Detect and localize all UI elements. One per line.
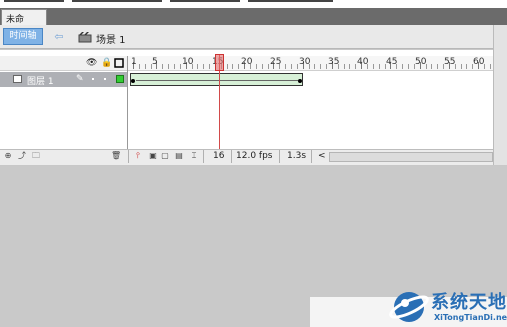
new-folder-icon[interactable]: 🗀	[31, 151, 41, 161]
ruler-tick	[290, 64, 292, 69]
ruler-tick	[296, 64, 298, 69]
playhead-handle[interactable]	[215, 54, 224, 71]
ruler-tick	[431, 64, 433, 69]
watermark-logo-icon	[388, 288, 430, 324]
ruler-tick	[197, 64, 199, 69]
watermark-url: XiTongTianDi.net	[434, 313, 507, 322]
layer-icon	[13, 75, 22, 83]
current-frame: 16	[213, 151, 225, 161]
ruler-label: 45	[386, 57, 398, 67]
ruler-tick	[179, 64, 181, 69]
ruler-tick	[407, 64, 409, 69]
back-arrow-icon[interactable]: ⇦	[52, 31, 66, 43]
modify-markers-icon[interactable]: ⌶	[189, 151, 199, 161]
ruler-tick	[203, 64, 205, 69]
frame-rate: 12.0 fps	[236, 151, 273, 161]
separator	[311, 150, 312, 163]
ruler-tick	[238, 64, 240, 69]
eye-icon[interactable]: 👁	[86, 58, 97, 68]
scene-icon	[78, 31, 92, 43]
new-layer-icon[interactable]: ⊕	[3, 151, 13, 161]
center-frame-icon[interactable]: ⫯	[133, 151, 143, 161]
ruler-label: 60	[473, 57, 485, 67]
document-tab[interactable]: 未命名-1*	[1, 9, 47, 38]
ruler-tick	[232, 64, 234, 69]
ruler-label: 1	[131, 57, 137, 67]
lock-dot-icon[interactable]	[104, 78, 106, 80]
ruler-tick	[460, 64, 462, 69]
ruler-label: 10	[182, 57, 194, 67]
ruler-label: 5	[152, 57, 158, 67]
ruler-tick	[402, 64, 404, 69]
clipped-menu-strip	[0, 0, 507, 8]
start-keyframe-icon[interactable]	[131, 79, 135, 83]
watermark-name: 系统天地	[431, 292, 507, 313]
ruler-tick	[138, 64, 140, 69]
ruler-tick	[144, 64, 146, 69]
ruler-tick	[173, 64, 175, 69]
add-guide-icon[interactable]: ⤴	[17, 151, 27, 161]
separator	[203, 150, 204, 163]
ruler-tick	[466, 64, 468, 69]
layer-name[interactable]: 图层 1	[27, 74, 54, 87]
timeline-horizontal-scrollbar[interactable]	[329, 152, 493, 162]
ruler-tick	[285, 64, 287, 69]
ruler-tick	[326, 64, 328, 69]
ruler-tick	[378, 64, 380, 69]
separator	[128, 150, 129, 163]
ruler-tick	[226, 64, 228, 69]
onion-skin-icon[interactable]: ▣	[148, 151, 158, 161]
ruler-label: 40	[357, 57, 369, 67]
ruler-label: 25	[270, 57, 282, 67]
timeline-vertical-scrollbar[interactable]	[493, 25, 507, 165]
scroll-left-arrow-icon[interactable]: <	[318, 151, 326, 161]
ruler-tick	[489, 64, 491, 69]
ruler-tick	[343, 64, 345, 69]
ruler-tick	[320, 64, 322, 69]
ruler-label: 20	[241, 57, 253, 67]
ruler-tick	[209, 64, 211, 69]
span-line	[136, 80, 298, 81]
document-tab-bar	[0, 8, 507, 25]
ruler-label: 50	[415, 57, 427, 67]
elapsed-time: 1.3s	[287, 151, 307, 161]
ruler-label: 30	[299, 57, 311, 67]
edit-multiple-frames-icon[interactable]: ▤	[174, 151, 184, 161]
end-keyframe-icon[interactable]	[298, 79, 302, 83]
ruler-tick	[437, 64, 439, 69]
onion-outline-icon[interactable]: ▢	[160, 151, 170, 161]
outline-color-icon[interactable]	[116, 75, 124, 83]
delete-layer-icon[interactable]: 🗑	[111, 151, 121, 161]
ruler-tick	[261, 64, 263, 69]
ruler-tick	[349, 64, 351, 69]
visibility-dot-icon[interactable]	[92, 78, 94, 80]
lock-icon[interactable]: 🔒	[101, 58, 112, 68]
separator	[231, 150, 232, 163]
separator	[279, 150, 280, 163]
ruler-tick	[168, 64, 170, 69]
ruler-tick	[314, 64, 316, 69]
ruler-tick	[267, 64, 269, 69]
timeline-toggle-button[interactable]: 时间轴	[3, 28, 43, 45]
ruler-label: 55	[444, 57, 456, 67]
ruler-tick	[372, 64, 374, 69]
ruler-tick	[255, 64, 257, 69]
pencil-icon: ✎	[76, 74, 84, 84]
edit-bar	[0, 25, 493, 49]
ruler-label: 35	[328, 57, 340, 67]
scene-breadcrumb[interactable]: 场景 1	[96, 31, 126, 46]
outline-icon[interactable]	[114, 58, 124, 68]
ruler-tick	[162, 64, 164, 69]
